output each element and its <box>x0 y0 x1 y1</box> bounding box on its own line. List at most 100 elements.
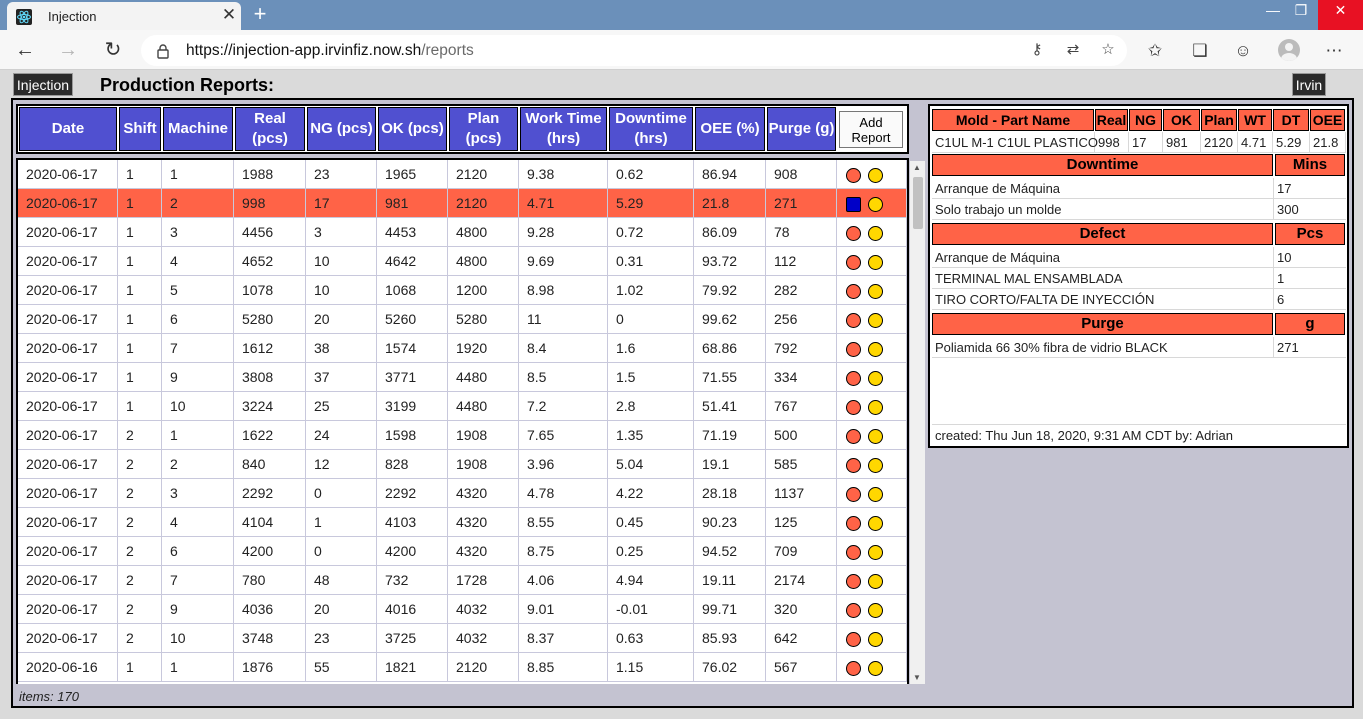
edit-dot-icon[interactable] <box>868 226 883 241</box>
back-arrow-icon[interactable]: ← <box>13 38 37 62</box>
user-button[interactable]: Irvin <box>1292 73 1326 96</box>
collections-icon[interactable]: ❏ <box>1189 40 1211 62</box>
add-report-button[interactable]: Add Report <box>839 111 903 148</box>
table-row[interactable]: 2020-06-17 1 5 1078 10 1068 1200 8.98 1.02 79.92 2… <box>18 276 907 305</box>
table-cell: 1 <box>162 653 234 682</box>
favorites-icon[interactable]: ✩ <box>1144 40 1166 62</box>
table-scrollbar[interactable]: ▲ ▼ <box>910 161 925 684</box>
forward-arrow-icon[interactable]: → <box>56 38 80 62</box>
scroll-up-icon[interactable]: ▲ <box>913 163 921 172</box>
edit-dot-icon[interactable] <box>868 516 883 531</box>
table-row[interactable]: 2020-06-17 2 2 840 12 828 1908 3.96 5.04 19.1 585 <box>18 450 907 479</box>
favorite-star-icon[interactable]: ☆ <box>1098 40 1118 60</box>
row-actions <box>837 276 907 305</box>
delete-dot-icon[interactable] <box>846 400 861 415</box>
delete-dot-icon[interactable] <box>846 313 861 328</box>
table-cell: 1 <box>118 363 162 392</box>
tab-close-icon[interactable]: ✕ <box>219 5 239 25</box>
summary-value: C1UL M-1 C1UL PLASTICO <box>932 132 1098 153</box>
delete-dot-icon[interactable] <box>846 545 861 560</box>
table-row[interactable]: 2020-06-17 1 6 5280 20 5260 5280 11 0 99.62 256 <box>18 305 907 334</box>
scroll-down-icon[interactable]: ▼ <box>913 673 921 682</box>
table-cell: 1.6 <box>608 334 694 363</box>
table-row[interactable]: 2020-06-17 2 1 1622 24 1598 1908 7.65 1.35 71.19 5… <box>18 421 907 450</box>
table-row[interactable]: 2020-06-17 1 3 4456 3 4453 4800 9.28 0.72 86.09 78 <box>18 218 907 247</box>
edit-dot-icon[interactable] <box>868 632 883 647</box>
table-row[interactable]: 2020-06-16 1 1 1876 55 1821 2120 8.85 1.15 76.02 5… <box>18 653 907 682</box>
edit-dot-icon[interactable] <box>868 168 883 183</box>
delete-dot-icon[interactable] <box>846 632 861 647</box>
table-cell: 4800 <box>448 218 519 247</box>
row-actions <box>837 363 907 392</box>
edit-dot-icon[interactable] <box>868 197 883 212</box>
browser-tab[interactable]: Injection ✕ <box>7 2 241 30</box>
more-menu-icon[interactable]: ⋯ <box>1323 40 1345 62</box>
edit-dot-icon[interactable] <box>868 371 883 386</box>
edit-dot-icon[interactable] <box>868 661 883 676</box>
table-cell: 1.35 <box>608 421 694 450</box>
key-icon[interactable]: ⚷ <box>1027 40 1047 60</box>
edit-dot-icon[interactable] <box>868 429 883 444</box>
table-row[interactable]: 2020-06-17 2 3 2292 0 2292 4320 4.78 4.22 28.18 11… <box>18 479 907 508</box>
delete-dot-icon[interactable] <box>846 661 861 676</box>
brand-button[interactable]: Injection <box>13 73 73 96</box>
feedback-icon[interactable]: ☺ <box>1232 40 1254 62</box>
table-row[interactable]: 2020-06-17 2 9 4036 20 4016 4032 9.01 -0.01 99.71… <box>18 595 907 624</box>
select-square-icon[interactable] <box>846 197 861 212</box>
delete-dot-icon[interactable] <box>846 255 861 270</box>
table-row[interactable]: 2020-06-17 1 1 1988 23 1965 2120 9.38 0.62 86.94 9… <box>18 160 907 189</box>
translate-icon[interactable]: ⇄ <box>1063 40 1083 60</box>
delete-dot-icon[interactable] <box>846 516 861 531</box>
url-input[interactable]: https://injection-app.irvinfiz.now.sh/re… <box>141 35 1127 66</box>
delete-dot-icon[interactable] <box>846 226 861 241</box>
table-cell: 48 <box>306 566 377 595</box>
table-cell: 5.04 <box>608 450 694 479</box>
delete-dot-icon[interactable] <box>846 284 861 299</box>
table-cell: 86.94 <box>694 160 766 189</box>
edit-dot-icon[interactable] <box>868 313 883 328</box>
delete-dot-icon[interactable] <box>846 603 861 618</box>
avatar-body <box>1281 53 1297 61</box>
table-cell: 1137 <box>766 479 837 508</box>
delete-dot-icon[interactable] <box>846 458 861 473</box>
table-row[interactable]: 2020-06-17 2 4 4104 1 4103 4320 8.55 0.45 90.23 12… <box>18 508 907 537</box>
table-row[interactable]: 2020-06-17 2 6 4200 0 4200 4320 8.75 0.25 94.52 70… <box>18 537 907 566</box>
edit-dot-icon[interactable] <box>868 400 883 415</box>
edit-dot-icon[interactable] <box>868 545 883 560</box>
delete-dot-icon[interactable] <box>846 371 861 386</box>
edit-dot-icon[interactable] <box>868 574 883 589</box>
delete-dot-icon[interactable] <box>846 168 861 183</box>
summary-header: WT <box>1238 109 1272 131</box>
delete-dot-icon[interactable] <box>846 342 861 357</box>
edit-dot-icon[interactable] <box>868 342 883 357</box>
table-row[interactable]: 2020-06-17 1 9 3808 37 3771 4480 8.5 1.5 71.55 334 <box>18 363 907 392</box>
table-cell: 1.5 <box>608 363 694 392</box>
refresh-icon[interactable]: ↻ <box>101 38 125 62</box>
delete-dot-icon[interactable] <box>846 429 861 444</box>
scroll-thumb[interactable] <box>913 177 923 229</box>
delete-dot-icon[interactable] <box>846 574 861 589</box>
table-cell: 78 <box>766 218 837 247</box>
profile-avatar[interactable] <box>1278 39 1300 61</box>
edit-dot-icon[interactable] <box>868 255 883 270</box>
table-row[interactable]: 2020-06-17 1 7 1612 38 1574 1920 8.4 1.6 68.86 792 <box>18 334 907 363</box>
edit-dot-icon[interactable] <box>868 487 883 502</box>
table-cell: 8.55 <box>519 508 608 537</box>
edit-dot-icon[interactable] <box>868 603 883 618</box>
delete-dot-icon[interactable] <box>846 487 861 502</box>
summary-header: DT <box>1273 109 1309 131</box>
row-actions <box>837 392 907 421</box>
table-row[interactable]: 2020-06-17 1 10 3224 25 3199 4480 7.2 2.8 51.41 76… <box>18 392 907 421</box>
maximize-button[interactable]: ❐ <box>1284 0 1318 30</box>
table-cell: 0 <box>306 537 377 566</box>
new-tab-button[interactable]: + <box>250 2 270 26</box>
table-row[interactable]: 2020-06-17 1 4 4652 10 4642 4800 9.69 0.31 93.72 1… <box>18 247 907 276</box>
table-row[interactable]: 2020-06-17 1 2 998 17 981 2120 4.71 5.29 21.8 271 <box>18 189 907 218</box>
window-close-button[interactable]: ✕ <box>1318 0 1363 30</box>
table-cell: 10 <box>306 247 377 276</box>
edit-dot-icon[interactable] <box>868 458 883 473</box>
edit-dot-icon[interactable] <box>868 284 883 299</box>
table-row[interactable]: 2020-06-17 2 10 3748 23 3725 4032 8.37 0.63 85.93… <box>18 624 907 653</box>
table-row[interactable]: 2020-06-17 2 7 780 48 732 1728 4.06 4.94 19.11 217… <box>18 566 907 595</box>
table-cell: 1 <box>118 247 162 276</box>
